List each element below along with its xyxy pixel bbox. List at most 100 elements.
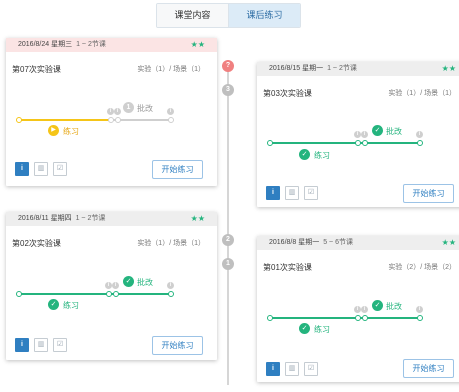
practice-label: 练习 <box>63 127 79 136</box>
card-header: 2016/8/24 星期三 1 ~ 2节课 ★★ <box>6 38 217 52</box>
card-icon-group: i ▥ ☑ <box>266 362 318 376</box>
card-meta: 实验（1）/ 场景（1） <box>137 240 205 247</box>
check-circle-icon: ✓ <box>299 149 310 160</box>
card-icon-group: i ▥ ☑ <box>15 162 67 176</box>
info-icon[interactable]: i <box>266 362 280 376</box>
review-label: 批改 <box>386 302 402 311</box>
review-label: 批改 <box>137 278 153 287</box>
check-circle-icon: ✓ <box>372 125 383 136</box>
check-circle-icon: ✓ <box>372 300 383 311</box>
start-practice-button[interactable]: 开始练习 <box>403 184 454 203</box>
start-practice-button[interactable]: 开始练习 <box>152 336 203 355</box>
start-practice-button[interactable]: 开始练习 <box>403 359 454 378</box>
card-slot: 1 ~ 2节课 <box>76 41 106 48</box>
info-icon[interactable]: i <box>266 186 280 200</box>
step-dot <box>16 117 22 123</box>
check-square-icon[interactable]: ☑ <box>53 162 67 176</box>
step-dot <box>362 315 368 321</box>
tab-class-content[interactable]: 课堂内容 <box>157 4 228 27</box>
card-meta: 实验（2）/ 场景（2） <box>388 264 456 271</box>
info-mark-icon: i <box>416 131 423 138</box>
tab-bar: 课堂内容 课后练习 <box>156 3 301 28</box>
info-mark-icon: i <box>167 282 174 289</box>
card-date: 2016/8/11 星期四 <box>18 215 72 222</box>
step-dot <box>168 291 174 297</box>
card-meta: 实验（1）/ 场景（1） <box>137 66 205 73</box>
info-icon[interactable]: i <box>15 162 29 176</box>
step-dot <box>417 140 423 146</box>
timeline-node: ? <box>222 60 234 72</box>
progress-line <box>18 293 170 295</box>
star-rating: ★★ <box>441 238 456 247</box>
card-date: 2016/8/15 星期一 <box>269 65 324 72</box>
info-mark-icon: i <box>354 306 361 313</box>
tab-homework[interactable]: 课后练习 <box>228 4 300 27</box>
practice-label: 练习 <box>314 151 330 160</box>
info-mark-icon: i <box>354 131 361 138</box>
card-title: 第02次实验课 <box>12 239 61 248</box>
info-mark-icon: i <box>105 282 112 289</box>
step-dot <box>16 291 22 297</box>
lesson-card: 2016/8/24 星期三 1 ~ 2节课 ★★ 第07次实验课 实验（1）/ 场… <box>6 38 217 186</box>
card-icon-group: i ▥ ☑ <box>15 338 67 352</box>
card-header: 2016/8/15 星期一 1 ~ 2节课 ★★ <box>257 62 459 76</box>
info-mark-icon: i <box>361 306 368 313</box>
check-square-icon[interactable]: ☑ <box>53 338 67 352</box>
review-label: 批改 <box>386 127 402 136</box>
lesson-card: 2016/8/11 星期四 1 ~ 2节课 ★★ 第02次实验课 实验（1）/ 场… <box>6 212 217 360</box>
step-dot <box>113 291 119 297</box>
step-dot <box>267 140 273 146</box>
start-practice-button[interactable]: 开始练习 <box>152 160 203 179</box>
step-number-icon: 1 <box>123 102 134 113</box>
progress-line <box>269 317 419 319</box>
star-rating: ★★ <box>190 40 205 49</box>
step-dot <box>115 117 121 123</box>
card-slot: 5 ~ 6节课 <box>323 239 353 246</box>
step-dot <box>108 117 114 123</box>
card-header: 2016/8/11 星期四 1 ~ 2节课 ★★ <box>6 212 217 226</box>
progress-line <box>18 119 110 121</box>
check-square-icon[interactable]: ☑ <box>304 186 318 200</box>
play-icon: ▶ <box>48 125 59 136</box>
check-circle-icon: ✓ <box>48 299 59 310</box>
timeline-node: 2 <box>222 234 234 246</box>
timeline-axis <box>227 60 229 385</box>
chart-icon[interactable]: ▥ <box>34 338 48 352</box>
timeline-node: 1 <box>222 258 234 270</box>
star-rating: ★★ <box>190 214 205 223</box>
info-mark-icon: i <box>107 108 114 115</box>
card-slot: 1 ~ 2节课 <box>75 215 106 222</box>
info-mark-icon: i <box>112 282 119 289</box>
card-slot: 1 ~ 2节课 <box>327 65 357 72</box>
card-title: 第03次实验课 <box>263 89 312 98</box>
lesson-card: 2016/8/15 星期一 1 ~ 2节课 ★★ 第03次实验课 实验（1）/ 场… <box>257 62 459 207</box>
step-dot <box>355 315 361 321</box>
step-dot <box>355 140 361 146</box>
chart-icon[interactable]: ▥ <box>285 362 299 376</box>
review-label: 批改 <box>137 104 153 113</box>
progress-line <box>269 142 419 144</box>
step-dot <box>267 315 273 321</box>
check-circle-icon: ✓ <box>299 323 310 334</box>
info-mark-icon: i <box>114 108 121 115</box>
info-mark-icon: i <box>416 306 423 313</box>
check-square-icon[interactable]: ☑ <box>304 362 318 376</box>
step-dot <box>417 315 423 321</box>
chart-icon[interactable]: ▥ <box>285 186 299 200</box>
card-date: 2016/8/8 星期一 <box>269 239 320 246</box>
practice-label: 练习 <box>63 301 79 310</box>
info-icon[interactable]: i <box>15 338 29 352</box>
card-meta: 实验（1）/ 场景（1） <box>388 90 456 97</box>
step-dot <box>362 140 368 146</box>
card-title: 第01次实验课 <box>263 263 312 272</box>
info-mark-icon: i <box>167 108 174 115</box>
lesson-card: 2016/8/8 星期一 5 ~ 6节课 ★★ 第01次实验课 实验（2）/ 场景… <box>257 236 459 382</box>
chart-icon[interactable]: ▥ <box>34 162 48 176</box>
step-dot <box>106 291 112 297</box>
check-circle-icon: ✓ <box>123 276 134 287</box>
info-mark-icon: i <box>361 131 368 138</box>
step-dot <box>168 117 174 123</box>
star-rating: ★★ <box>441 64 456 73</box>
card-date: 2016/8/24 星期三 <box>18 41 73 48</box>
card-icon-group: i ▥ ☑ <box>266 186 318 200</box>
